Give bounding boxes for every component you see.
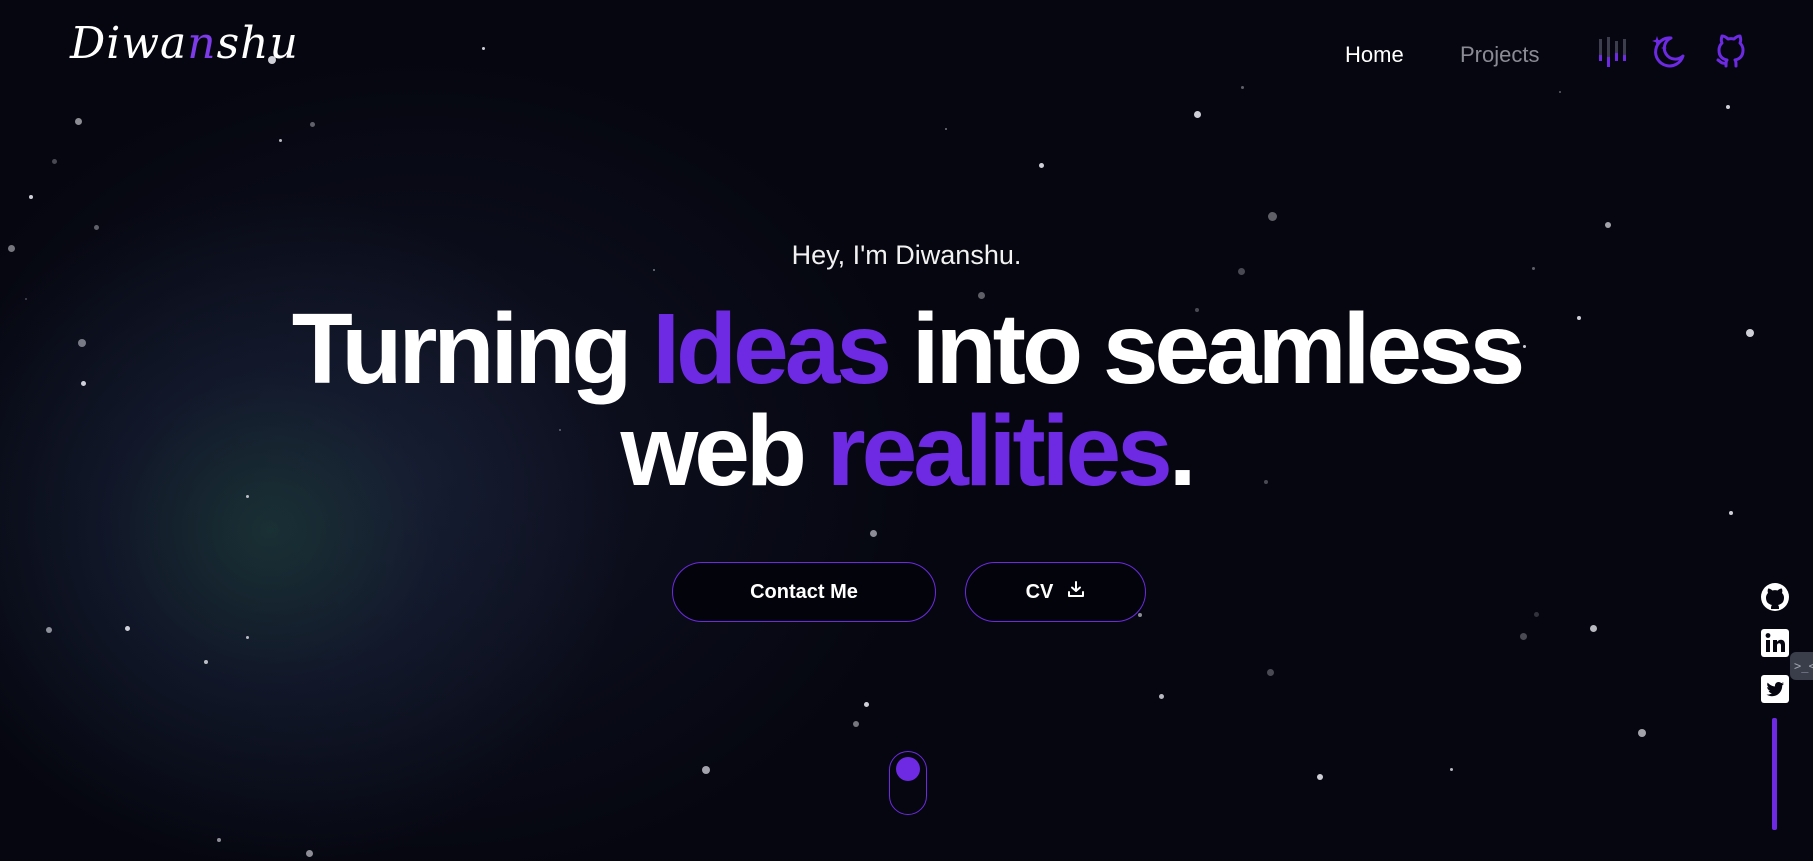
star: [1519, 632, 1527, 640]
hero-headline: Turning Ideas into seamless web realitie…: [0, 298, 1813, 502]
headline-word-ideas: Ideas: [652, 293, 892, 405]
star: [702, 766, 710, 774]
star: [1729, 511, 1733, 515]
scroll-indicator[interactable]: [889, 751, 927, 815]
logo-text-end: shu: [216, 18, 299, 69]
star: [869, 529, 877, 537]
download-icon: [1067, 580, 1085, 604]
star: [29, 195, 33, 199]
star: [1559, 91, 1561, 93]
star: [1266, 668, 1274, 676]
star: [124, 625, 130, 631]
star: [863, 701, 869, 707]
headline-period: .: [1168, 395, 1197, 507]
contact-me-button[interactable]: Contact Me: [672, 562, 936, 622]
star: [1726, 105, 1730, 109]
headline-word-realities: realities: [826, 395, 1173, 507]
star: [305, 849, 313, 857]
cv-label: CV: [1025, 580, 1054, 603]
star: [51, 158, 57, 164]
logo-text-start: Diwa: [70, 18, 188, 69]
star: [217, 838, 221, 842]
star: [1317, 774, 1323, 780]
scroll-indicator-dot: [896, 757, 920, 781]
star: [1589, 624, 1597, 632]
star: [309, 121, 315, 127]
star: [1193, 110, 1201, 118]
star: [1240, 85, 1244, 89]
moon-stars-icon[interactable]: [1649, 32, 1687, 70]
star: [1449, 767, 1453, 771]
cv-download-button[interactable]: CV: [965, 562, 1146, 622]
social-linkedin-icon[interactable]: [1760, 628, 1790, 658]
logo[interactable]: Diwanshu: [70, 18, 299, 69]
star: [278, 138, 282, 142]
star: [245, 635, 249, 639]
star: [1533, 611, 1539, 617]
star: [481, 46, 485, 50]
headline-words-into-seamless: into seamless: [911, 293, 1525, 405]
star: [1038, 162, 1044, 168]
page: Diwanshu Home Projects Hey, I'm Diwanshu…: [0, 0, 1813, 861]
star: [1138, 613, 1142, 617]
headline-word-turning: Turning: [291, 293, 633, 405]
hero-greeting: Hey, I'm Diwanshu.: [791, 240, 1022, 270]
star: [1638, 729, 1646, 737]
social-twitter-icon[interactable]: [1760, 674, 1790, 704]
github-icon[interactable]: [1712, 32, 1750, 70]
nav-projects-link[interactable]: Projects: [1460, 42, 1539, 68]
sound-bars-icon[interactable]: [1594, 32, 1632, 70]
star: [1158, 693, 1164, 699]
social-rail-line: [1772, 718, 1777, 830]
star: [46, 627, 52, 633]
star: [93, 224, 99, 230]
star: [74, 117, 82, 125]
logo-text-accent: n: [187, 18, 217, 69]
star: [1267, 211, 1277, 221]
star: [853, 721, 859, 727]
terminal-tab[interactable]: >_<: [1790, 652, 1813, 680]
star: [1605, 222, 1611, 228]
star: [945, 128, 947, 130]
headline-word-web: web: [620, 395, 806, 507]
contact-me-label: Contact Me: [750, 580, 858, 603]
star: [204, 660, 208, 664]
social-github-icon[interactable]: [1760, 582, 1790, 612]
nav-home-link[interactable]: Home: [1345, 42, 1404, 68]
